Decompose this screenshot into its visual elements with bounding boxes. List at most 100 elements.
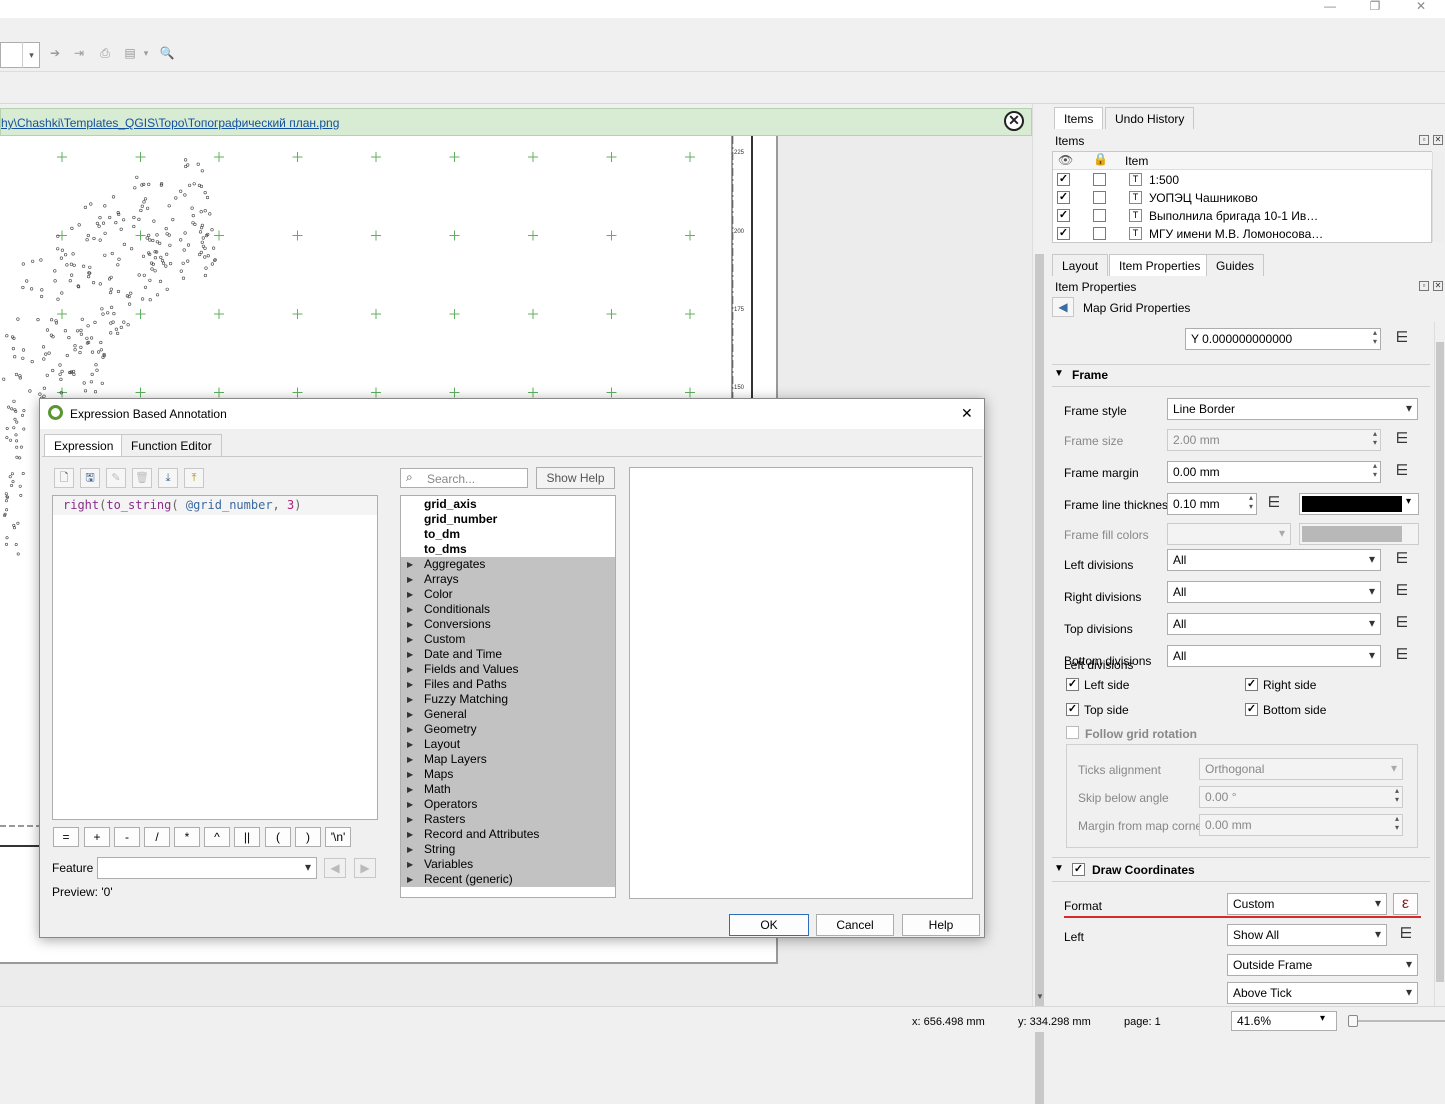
frame-size-field[interactable]: 2.00 mm xyxy=(1167,429,1381,451)
data-defined-icon[interactable]: ⋿ xyxy=(1391,647,1413,665)
expand-arrow-icon[interactable]: ▶ xyxy=(407,632,413,647)
list-item[interactable]: ✓ T МГУ имени М.В. Ломоносова… xyxy=(1053,225,1433,243)
frame-line-thickness-field[interactable]: 0.10 mm xyxy=(1167,493,1257,515)
frame-margin-field[interactable]: 0.00 mm xyxy=(1167,461,1381,483)
expand-arrow-icon[interactable]: ▶ xyxy=(407,767,413,782)
visibility-checkbox[interactable]: ✓ xyxy=(1057,209,1070,222)
close-icon[interactable]: ✕ xyxy=(1004,111,1024,131)
restore-icon[interactable]: ❐ xyxy=(1360,0,1390,14)
operator-plus-button[interactable]: + xyxy=(84,827,110,847)
chevron-down-icon[interactable]: ▼ xyxy=(1033,992,1047,1004)
expand-arrow-icon[interactable]: ▶ xyxy=(407,692,413,707)
left-direction-dropdown[interactable]: Above Tick xyxy=(1227,982,1418,1004)
tab-guides[interactable]: Guides xyxy=(1206,254,1265,276)
skip-below-angle-field[interactable]: 0.00 ° xyxy=(1199,786,1403,808)
expand-arrow-icon[interactable]: ▶ xyxy=(407,677,413,692)
new-file-icon[interactable]: 🗋 xyxy=(54,468,74,488)
operator-minus-button[interactable]: - xyxy=(114,827,140,847)
feature-dropdown[interactable] xyxy=(97,857,317,879)
next-feature-icon[interactable]: ▶ xyxy=(354,858,376,878)
format-dropdown[interactable]: Custom xyxy=(1227,893,1387,915)
close-panel-icon[interactable]: ✕ xyxy=(1433,135,1443,145)
tab-items[interactable]: Items xyxy=(1054,107,1104,129)
operator-divide-button[interactable]: / xyxy=(144,827,170,847)
close-window-icon[interactable]: ✕ xyxy=(1406,0,1436,14)
chevron-down-icon[interactable]: ▾ xyxy=(22,42,40,68)
function-group[interactable]: ▶ Color xyxy=(401,587,615,602)
expand-arrow-icon[interactable]: ▶ xyxy=(407,872,413,887)
chevron-down-icon[interactable]: ▾ xyxy=(1320,1013,1325,1024)
file-path-link[interactable]: hy\Chashki\Templates_QGIS\Topo\Топографи… xyxy=(1,116,339,130)
function-group[interactable]: ▶ Conditionals xyxy=(401,602,615,617)
zoom-icon[interactable]: 🔍 xyxy=(159,45,175,61)
list-item[interactable]: ✓ T Выполнила бригада 10-1 Ив… xyxy=(1053,207,1433,225)
function-group[interactable]: ▶ String xyxy=(401,842,615,857)
expand-arrow-icon[interactable]: ▶ xyxy=(407,617,413,632)
function-group[interactable]: ▶ Record and Attributes xyxy=(401,827,615,842)
help-button[interactable]: Help xyxy=(902,914,980,936)
tab-layout[interactable]: Layout xyxy=(1052,254,1109,276)
tab-function-editor[interactable]: Function Editor xyxy=(121,434,222,456)
expand-arrow-icon[interactable]: ▶ xyxy=(407,842,413,857)
expression-epsilon-button[interactable]: ε xyxy=(1393,893,1418,915)
function-item[interactable]: to_dm xyxy=(401,527,615,542)
cancel-button[interactable]: Cancel xyxy=(816,914,894,936)
expand-arrow-icon[interactable]: ▶ xyxy=(407,782,413,797)
expand-arrow-icon[interactable]: ▶ xyxy=(407,572,413,587)
function-item[interactable]: grid_number xyxy=(401,512,615,527)
float-icon[interactable]: ▫ xyxy=(1419,135,1429,145)
data-defined-icon[interactable]: ⋿ xyxy=(1391,615,1413,633)
collapse-arrow-icon[interactable]: ▼ xyxy=(1054,863,1064,874)
expression-editor[interactable]: right(to_string( @grid_number, 3) xyxy=(52,495,378,820)
expand-arrow-icon[interactable]: ▶ xyxy=(407,722,413,737)
function-group[interactable]: ▶ Map Layers xyxy=(401,752,615,767)
expand-arrow-icon[interactable]: ▶ xyxy=(407,827,413,842)
expand-arrow-icon[interactable]: ▶ xyxy=(407,587,413,602)
tab-item-properties[interactable]: Item Properties xyxy=(1109,254,1211,276)
operator-concat-button[interactable]: || xyxy=(234,827,260,847)
function-group[interactable]: ▶ General xyxy=(401,707,615,722)
visibility-checkbox[interactable]: ✓ xyxy=(1057,227,1070,240)
follow-grid-rotation-checkbox[interactable] xyxy=(1066,726,1079,739)
lock-checkbox[interactable] xyxy=(1093,191,1106,204)
function-group[interactable]: ▶ Geometry xyxy=(401,722,615,737)
draw-coordinates-checkbox[interactable]: ✓ xyxy=(1072,863,1085,876)
properties-scrollbar[interactable] xyxy=(1434,322,1445,1006)
visibility-checkbox[interactable]: ✓ xyxy=(1057,191,1070,204)
right-divisions-dropdown[interactable]: All xyxy=(1167,581,1381,603)
lock-checkbox[interactable] xyxy=(1093,227,1106,240)
expand-arrow-icon[interactable]: ▶ xyxy=(407,707,413,722)
bottom-divisions-dropdown[interactable]: All xyxy=(1167,645,1381,667)
function-group[interactable]: ▶ Variables xyxy=(401,857,615,872)
left-side-checkbox[interactable]: ✓ xyxy=(1066,678,1079,691)
function-group[interactable]: ▶ Date and Time xyxy=(401,647,615,662)
function-group[interactable]: ▶ Aggregates xyxy=(401,557,615,572)
lock-checkbox[interactable] xyxy=(1093,209,1106,222)
tab-undo-history[interactable]: Undo History xyxy=(1105,107,1195,129)
previous-feature-icon[interactable]: ◀ xyxy=(324,858,346,878)
expand-arrow-icon[interactable]: ▶ xyxy=(407,797,413,812)
function-group[interactable]: ▶ Layout xyxy=(401,737,615,752)
close-icon[interactable]: ✕ xyxy=(961,405,973,422)
list-item[interactable]: ✓ T УОПЭЦ Чашниково xyxy=(1053,189,1433,207)
function-list[interactable]: grid_axis grid_number to_dm to_dms ▶ Aggregat… xyxy=(400,495,616,898)
ok-button[interactable]: OK xyxy=(729,914,809,936)
function-group[interactable]: ▶ Math xyxy=(401,782,615,797)
left-coords-dropdown[interactable]: Show All xyxy=(1227,924,1387,946)
canvas-vertical-scrollbar[interactable]: ▼ xyxy=(1032,104,1047,1104)
left-divisions-dropdown[interactable]: All xyxy=(1167,549,1381,571)
function-group[interactable]: ▶ Operators xyxy=(401,797,615,812)
zoom-slider-track[interactable] xyxy=(1348,1020,1445,1022)
expand-arrow-icon[interactable]: ▶ xyxy=(407,737,413,752)
show-help-button[interactable]: Show Help xyxy=(536,467,615,489)
function-group[interactable]: ▶ Custom xyxy=(401,632,615,647)
export-icon[interactable]: ▤ xyxy=(122,45,138,61)
last-arrow-icon[interactable]: ⇥ xyxy=(71,45,87,61)
function-item[interactable]: grid_axis xyxy=(401,497,615,512)
scrollbar-thumb[interactable] xyxy=(1436,342,1444,982)
chevron-down-icon[interactable]: ▾ xyxy=(141,45,151,61)
data-defined-icon[interactable]: ⋿ xyxy=(1391,431,1413,449)
top-divisions-dropdown[interactable]: All xyxy=(1167,613,1381,635)
function-group[interactable]: ▶ Fields and Values xyxy=(401,662,615,677)
offset-y-field[interactable]: Y 0.000000000000 xyxy=(1185,328,1381,350)
